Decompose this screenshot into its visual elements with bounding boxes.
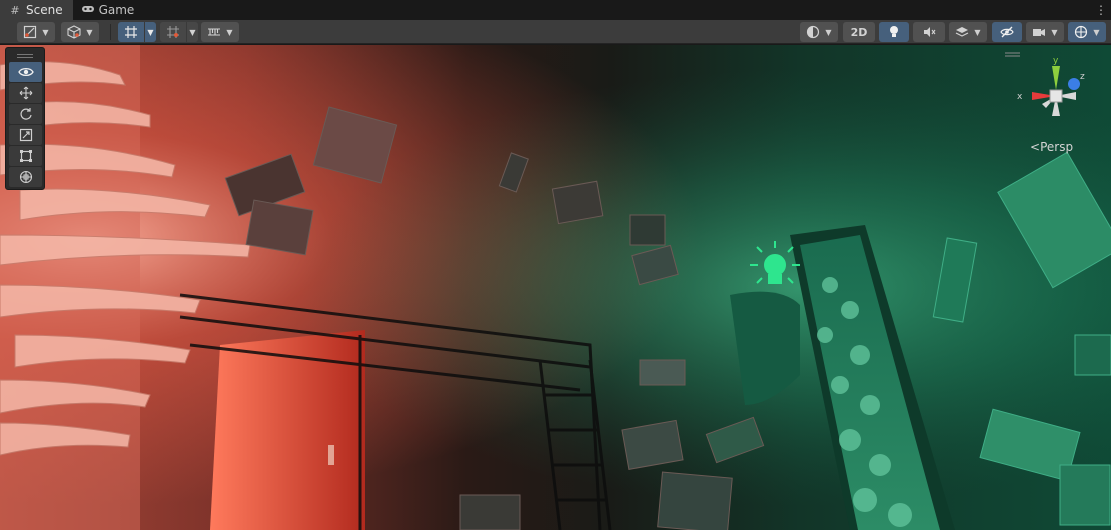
transform-pivot-button[interactable]: ▼ xyxy=(61,22,99,42)
scene-view-window: # Scene Game ⋮ ▼ ▼ ▼ ▼ ▼ ▼ 2D ▼ ▼ ▼ y x … xyxy=(0,0,1111,530)
move-arrows-icon xyxy=(19,86,32,100)
z-axis-label: z xyxy=(1080,72,1085,82)
scene-render xyxy=(0,45,1111,530)
shading-mode-button[interactable]: ▼ xyxy=(800,22,838,42)
draw-mode-button[interactable]: ▼ xyxy=(17,22,55,42)
tab-game-label: Game xyxy=(98,3,135,17)
rotate-tool-button[interactable] xyxy=(9,104,42,124)
2d-label: 2D xyxy=(850,25,868,39)
rect-icon xyxy=(19,150,32,162)
cube-icon xyxy=(67,25,81,39)
lightbulb-icon xyxy=(890,26,898,37)
y-axis-label: y xyxy=(1053,56,1059,66)
chevron-down-icon[interactable]: ▼ xyxy=(186,22,198,42)
rotate-icon xyxy=(19,108,32,120)
scale-tool-button[interactable] xyxy=(9,125,42,145)
x-axis-label: x xyxy=(1017,92,1023,102)
transform-tool-button[interactable] xyxy=(9,167,42,187)
gizmo-axes: y x z xyxy=(1017,56,1085,116)
snap-grid-button[interactable]: ▼ xyxy=(118,22,156,42)
scene-toolbar: ▼ ▼ ▼ ▼ ▼ ▼ 2D ▼ ▼ ▼ xyxy=(0,20,1111,44)
visibility-toggle-button[interactable] xyxy=(992,22,1022,42)
gizmo-center-cube xyxy=(1049,89,1063,103)
projection-toggle[interactable]: <Persp xyxy=(1030,140,1073,154)
tab-game[interactable]: Game xyxy=(73,0,145,20)
grid-settings-button[interactable]: ▼ xyxy=(201,22,239,42)
2d-toggle-button[interactable]: 2D xyxy=(843,22,875,42)
rect-tool-button[interactable] xyxy=(9,146,42,166)
y-axis-cone xyxy=(1052,66,1060,90)
camera-icon xyxy=(1033,29,1046,36)
grid-snap-icon xyxy=(125,26,137,38)
palette-grip[interactable] xyxy=(9,50,41,62)
layers-icon xyxy=(956,27,969,37)
tool-palette xyxy=(5,47,45,190)
lighting-toggle-button[interactable] xyxy=(879,22,909,42)
increment-snap-button[interactable]: ▼ xyxy=(160,22,198,42)
projection-label: Persp xyxy=(1040,140,1074,154)
draw-mode-icon xyxy=(24,25,37,39)
z-axis-cone xyxy=(1068,78,1080,90)
move-tool-button[interactable] xyxy=(9,83,42,103)
chevron-down-icon[interactable]: ▼ xyxy=(144,22,156,42)
scene-viewport[interactable] xyxy=(0,45,1111,530)
sphere-icon xyxy=(807,25,820,39)
effects-toggle-button[interactable]: ▼ xyxy=(949,22,987,42)
camera-settings-button[interactable]: ▼ xyxy=(1026,22,1064,42)
tab-strip: # Scene Game ⋮ xyxy=(0,0,1111,20)
eye-slash-icon xyxy=(1000,26,1014,38)
more-menu-icon[interactable]: ⋮ xyxy=(1091,0,1111,20)
globe-icon xyxy=(1075,25,1088,39)
gizmos-toggle-button[interactable]: ▼ xyxy=(1068,22,1106,42)
toolbar-separator xyxy=(110,24,111,40)
view-tool-button[interactable] xyxy=(9,62,42,82)
tab-scene-label: Scene xyxy=(26,3,63,17)
grid-icon: # xyxy=(10,3,20,17)
transform-icon xyxy=(19,170,32,184)
tab-scene[interactable]: # Scene xyxy=(0,0,73,20)
red-door xyxy=(210,330,365,530)
eye-icon xyxy=(17,67,34,77)
increment-snap-icon xyxy=(167,26,179,38)
gamepad-icon xyxy=(80,4,96,17)
audio-toggle-button[interactable] xyxy=(913,22,945,42)
speaker-muted-icon xyxy=(924,27,936,37)
scale-icon xyxy=(19,128,32,142)
persp-icon: < xyxy=(1030,140,1041,154)
ruler-icon xyxy=(208,28,221,36)
